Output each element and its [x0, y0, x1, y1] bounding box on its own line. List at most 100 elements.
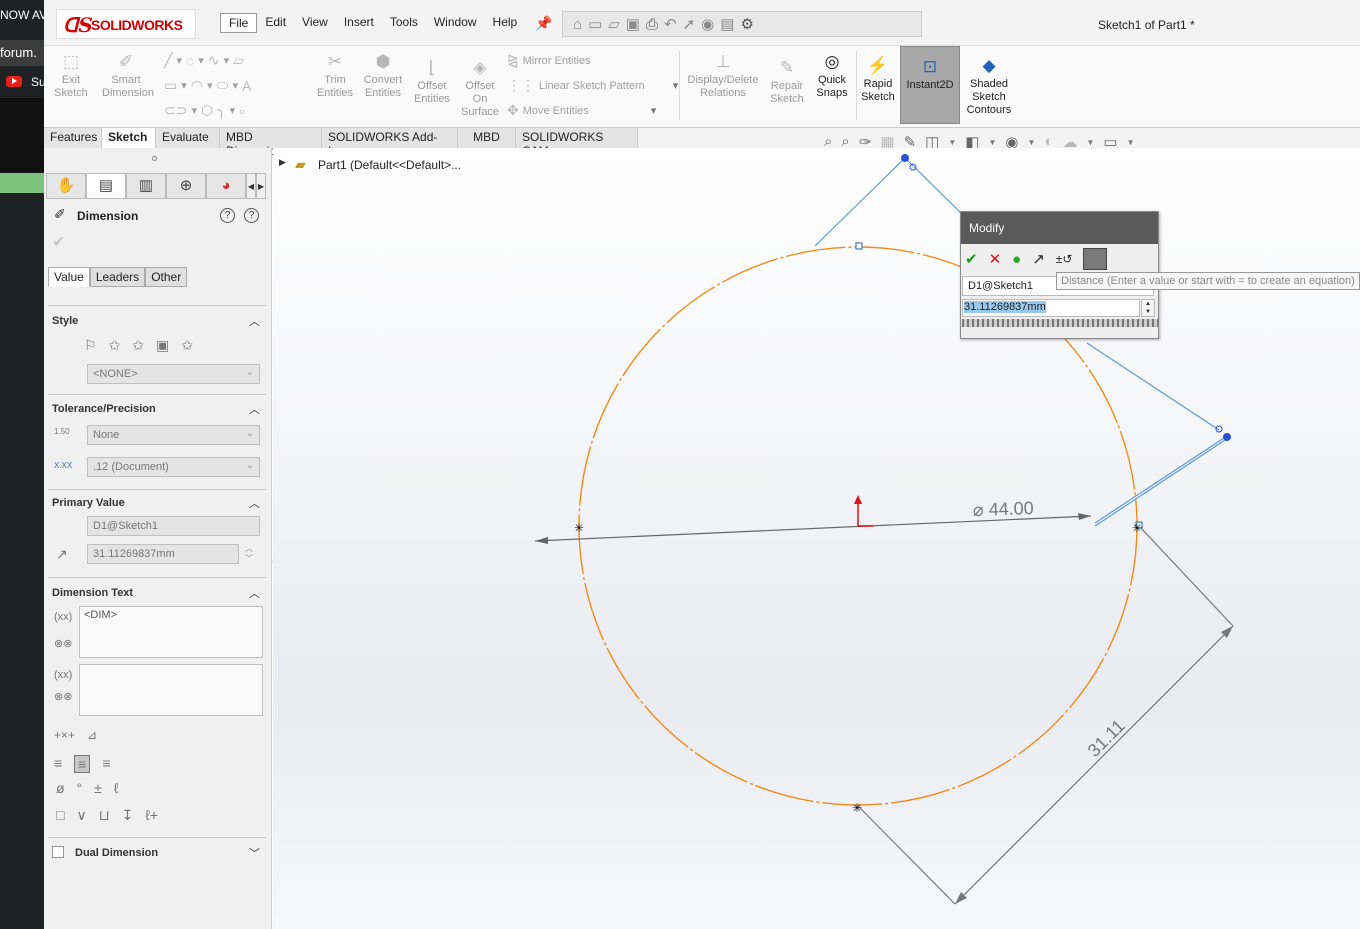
style-select[interactable]: <NONE> ⌄ — [87, 364, 260, 384]
linear-sketch-pattern-button[interactable]: ⋮⋮ Linear Sketch Pattern ▾ — [507, 77, 678, 94]
diameter-dimension-text[interactable]: ⌀ 44.00 — [972, 498, 1034, 520]
primary-value-collapse-icon[interactable]: ︿ — [249, 495, 260, 511]
plane-icon[interactable]: ▱ — [233, 52, 244, 69]
dimension-text-section-title[interactable]: Dimension Text — [52, 587, 133, 599]
menu-edit[interactable]: Edit — [257, 13, 294, 33]
centerline-symbol-icon[interactable]: ℓ — [114, 780, 119, 796]
dimension-value-field[interactable]: 31.11269837mm — [87, 544, 239, 564]
dual-dimension-expand-icon[interactable]: ﹀ — [249, 845, 260, 861]
value-spinner-icon[interactable]: ▲ ▼ — [1141, 299, 1155, 317]
repair-sketch-button[interactable]: ✎ Repair Sketch — [766, 58, 808, 106]
save-style-icon[interactable]: ▣ — [156, 337, 169, 354]
linear-dimension-line[interactable] — [954, 625, 1234, 905]
tab-features[interactable]: Features — [44, 128, 102, 148]
quadrant-point-icon[interactable]: ✳ — [574, 521, 584, 535]
convert-entities-button[interactable]: ⬢ Convert Entities — [360, 52, 406, 100]
spline-icon[interactable]: ∿ — [208, 52, 220, 69]
align-center-icon[interactable]: ≡ — [74, 755, 91, 773]
quadrant-point-icon[interactable]: ✳ — [1132, 521, 1142, 535]
display-delete-relations-button[interactable]: ⊥ Display/Delete Relations — [684, 52, 762, 100]
home-icon[interactable]: ⌂ — [573, 16, 582, 33]
solidworks-logo[interactable]: ꓷS SOLIDWORKS — [56, 9, 196, 39]
reverse-direction-icon[interactable]: ↗ — [1032, 250, 1045, 268]
tab-solidworks-cam[interactable]: SOLIDWORKS CAM — [516, 128, 638, 158]
smart-dimension-button[interactable]: ✐ Smart Dimension — [102, 52, 154, 100]
diameter-dimension-line[interactable] — [534, 515, 1092, 542]
text-position-below-icon[interactable]: ⊗⊗ — [54, 637, 72, 650]
file-properties-icon[interactable]: ▤ — [720, 15, 734, 33]
tab-sketch[interactable]: Sketch — [102, 128, 156, 148]
align-left-icon[interactable]: ≡ — [54, 755, 62, 773]
text-icon[interactable]: A — [242, 78, 251, 94]
menu-view[interactable]: View — [294, 13, 336, 33]
tolerance-type-select[interactable]: None ⌄ — [87, 425, 260, 445]
sketch-endpoint[interactable] — [1223, 433, 1231, 441]
degree-symbol-icon[interactable]: ° — [77, 780, 83, 796]
sketch-point[interactable] — [855, 242, 863, 250]
pattern-dropdown-icon[interactable]: ▾ — [673, 79, 679, 92]
ellipse-icon[interactable]: ⬭ — [217, 77, 229, 94]
quadrant-point-icon[interactable]: ✳ — [852, 801, 862, 815]
depth-symbol-icon[interactable]: ↧ — [122, 807, 134, 824]
sketch-line[interactable] — [1086, 342, 1220, 431]
arc-icon[interactable]: ◠ — [191, 77, 203, 94]
sketch-line[interactable] — [814, 157, 962, 247]
tab-scroll-left-icon[interactable]: ◀ — [246, 173, 256, 199]
point-icon[interactable]: ▫ — [239, 103, 244, 119]
align-right-icon[interactable]: ≡ — [102, 755, 110, 773]
tab-scroll-right-icon[interactable]: ▶ — [256, 173, 266, 199]
shaded-sketch-contours-button[interactable]: ◆ Shaded Sketch Contours — [962, 56, 1016, 117]
move-entities-button[interactable]: ✥ Move Entities ▾ — [507, 102, 656, 119]
help-icon[interactable]: ? — [244, 208, 259, 223]
new-document-icon[interactable]: ▭ — [588, 15, 602, 33]
undo-icon[interactable]: ↶ — [664, 15, 677, 33]
pin-icon[interactable]: 📌 — [535, 15, 552, 32]
line-icon[interactable]: ╱ — [164, 52, 172, 69]
style-collapse-icon[interactable]: ︿ — [249, 313, 260, 329]
delete-style-icon[interactable]: ✩ — [132, 337, 144, 354]
dimension-text-collapse-icon[interactable]: ︿ — [249, 585, 260, 601]
tab-evaluate[interactable]: Evaluate — [156, 128, 220, 148]
more-symbols-icon[interactable]: ℓ+ — [145, 807, 158, 824]
dimension-text-below-field[interactable] — [79, 664, 263, 716]
menu-file[interactable]: File — [220, 13, 258, 33]
select-icon[interactable]: ➚ — [683, 15, 696, 33]
property-manager-tab-icon[interactable]: ▤ — [86, 173, 126, 199]
sketch-line[interactable] — [1094, 435, 1228, 524]
tolerance-collapse-icon[interactable]: ︿ — [249, 401, 260, 417]
subtab-leaders[interactable]: Leaders — [89, 267, 146, 287]
text-below-remove-icon[interactable]: ⊗⊗ — [54, 690, 72, 703]
subtab-value[interactable]: Value — [48, 267, 90, 287]
options-gear-icon[interactable]: ⚙ — [740, 15, 753, 33]
accept-check-icon[interactable]: ✔ — [965, 250, 978, 268]
thumbwheel[interactable] — [962, 319, 1158, 327]
dimension-name-field[interactable]: D1@Sketch1 — [87, 516, 260, 536]
rectangle-icon[interactable]: ▭ — [164, 77, 177, 94]
text-leader-icon[interactable]: +×+ — [54, 728, 75, 742]
text-angle-icon[interactable]: ⊿ — [87, 728, 97, 742]
counterbore-symbol-icon[interactable]: ⊔ — [99, 807, 110, 824]
move-dropdown-icon[interactable]: ▾ — [651, 104, 657, 117]
reset-spin-increment-icon[interactable]: ±↺ — [1056, 252, 1073, 266]
whats-wrong-help-icon[interactable]: ? — [220, 208, 235, 223]
slot-icon[interactable]: ⊂⊃ — [164, 102, 187, 119]
menu-insert[interactable]: Insert — [336, 13, 382, 33]
quick-snaps-button[interactable]: ◎ Quick Snaps — [814, 52, 850, 100]
exit-sketch-button[interactable]: ⬚ Exit Sketch — [54, 52, 88, 100]
mark-for-drawing-icon[interactable] — [1083, 248, 1108, 270]
feature-manager-tab-icon[interactable]: ✋ — [46, 173, 86, 199]
countersink-symbol-icon[interactable]: ∨ — [76, 807, 86, 824]
sketch-line[interactable] — [1094, 437, 1229, 527]
dual-dimension-label[interactable]: Dual Dimension — [75, 847, 158, 859]
sketch-endpoint[interactable] — [901, 154, 909, 162]
offset-on-surface-button[interactable]: ◈ Offset On Surface — [458, 58, 502, 119]
tab-mbd-dimensions[interactable]: MBD Dimensions — [220, 128, 322, 158]
offset-entities-button[interactable]: ⌊ Offset Entities — [410, 58, 454, 106]
menu-help[interactable]: Help — [485, 13, 526, 33]
browser-tab-forum[interactable]: forum. — [0, 40, 44, 66]
text-below-add-icon[interactable]: (xx) — [54, 669, 72, 681]
dimension-text-above-field[interactable]: <DIM> — [79, 606, 263, 658]
polygon-icon[interactable]: ⬡ — [201, 102, 213, 119]
tab-mbd[interactable]: MBD — [458, 128, 516, 148]
text-position-above-icon[interactable]: (xx) — [54, 611, 72, 623]
